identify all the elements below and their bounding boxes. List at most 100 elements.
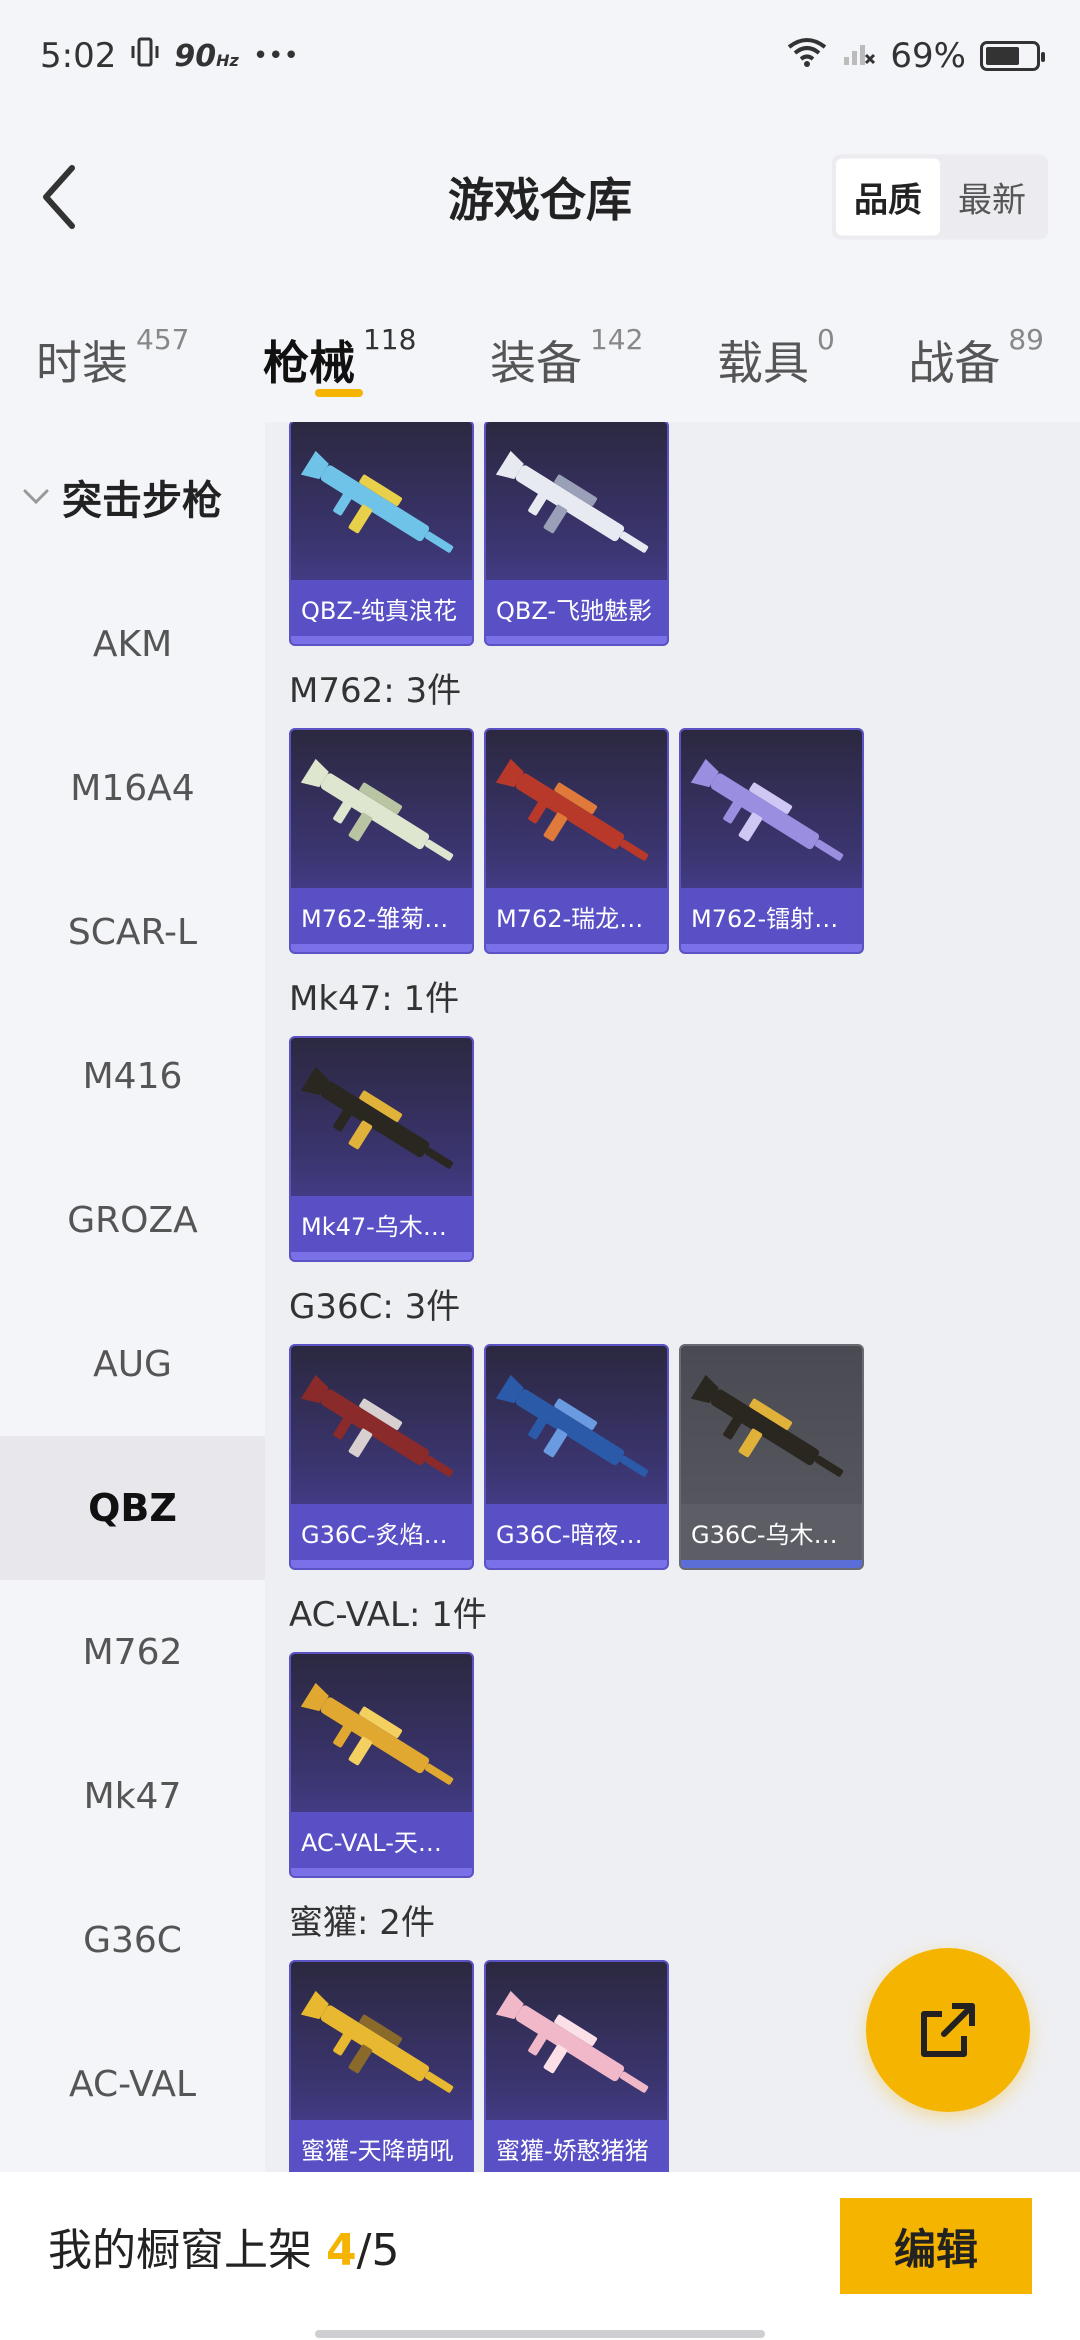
sidebar-item-groza[interactable]: GROZA — [0, 1148, 265, 1292]
skin-row: M762-雏菊兔... M762-瑞龙福... M762-镭射皇... — [265, 728, 1080, 954]
vibrate-icon — [130, 36, 160, 77]
header: 游戏仓库 品质 最新 — [0, 112, 1080, 282]
skin-card[interactable]: G36C-炙焰牛... — [289, 1344, 474, 1570]
tab-vehicles[interactable]: 载具 0 — [717, 307, 835, 397]
skin-name: G36C-暗夜玫... — [496, 1520, 657, 1549]
edit-button[interactable]: 编辑 — [840, 2198, 1032, 2294]
category-tabs: 时装 457 枪械 118 装备 142 载具 0 战备 89 — [0, 282, 1080, 422]
gun-skin-image — [486, 438, 667, 588]
skin-card[interactable]: M762-雏菊兔... — [289, 728, 474, 954]
sidebar-item-qbz[interactable]: QBZ — [0, 1436, 265, 1580]
sort-newest-option[interactable]: 最新 — [940, 159, 1044, 236]
skin-name: QBZ-纯真浪花 — [301, 596, 458, 625]
card-accent-strip — [486, 1560, 667, 1568]
gun-skin-image — [291, 438, 472, 588]
sort-toggle[interactable]: 品质 最新 — [832, 154, 1048, 240]
card-accent-strip — [291, 944, 472, 952]
skin-name-bar: G36C-乌木金... — [681, 1504, 862, 1560]
skin-card[interactable]: G36C-暗夜玫... — [484, 1344, 669, 1570]
card-accent-strip — [291, 1560, 472, 1568]
skin-name: AC-VAL-天降... — [301, 1828, 462, 1857]
status-bar: 5:02 90Hz ••• 69% — [0, 0, 1080, 112]
chevron-down-icon — [22, 482, 52, 512]
sidebar-item-ac-val[interactable]: AC-VAL — [0, 2012, 265, 2156]
section-header: G36C: 3件 — [289, 1286, 461, 1327]
skin-name-bar: 蜜獾-天降萌吼 — [291, 2120, 472, 2172]
skin-card[interactable]: M762-瑞龙福... — [484, 728, 669, 954]
skin-card[interactable]: 蜜獾-娇憨猪猪 — [484, 1960, 669, 2172]
sidebar-item-aug[interactable]: AUG — [0, 1292, 265, 1436]
sidebar-item-m416[interactable]: M416 — [0, 1004, 265, 1148]
share-external-icon — [921, 2003, 975, 2057]
skin-name: Mk47-乌木金... — [301, 1212, 462, 1241]
share-fab[interactable] — [866, 1948, 1030, 2112]
card-accent-strip — [681, 1560, 862, 1568]
gun-skin-image — [486, 746, 667, 896]
skin-row: Mk47-乌木金... — [265, 1036, 1080, 1262]
skin-name-bar: Mk47-乌木金... — [291, 1196, 472, 1252]
gun-skin-image — [681, 746, 862, 896]
skin-name-bar: 蜜獾-娇憨猪猪 — [486, 2120, 667, 2172]
shelf-status: 我的橱窗上架 4 / 5 — [48, 2225, 400, 2276]
skin-grid: QBZ-纯真浪花 QBZ-飞驰魅影 M762: 3件 M762-雏菊兔... M762-… — [265, 422, 1080, 2172]
tab-guns[interactable]: 枪械 118 — [263, 307, 416, 397]
refresh-rate: 90Hz — [174, 38, 239, 74]
gun-skin-image — [291, 1670, 472, 1820]
sort-quality-option[interactable]: 品质 — [836, 158, 940, 236]
skin-name: M762-瑞龙福... — [496, 904, 657, 933]
skin-card[interactable]: QBZ-飞驰魅影 — [484, 422, 669, 646]
skin-name-bar: QBZ-纯真浪花 — [291, 580, 472, 636]
tab-supplies[interactable]: 战备 89 — [908, 307, 1044, 397]
shelf-total-count: 5 — [371, 2225, 400, 2276]
skin-name-bar: QBZ-飞驰魅影 — [486, 580, 667, 636]
skin-card[interactable]: AC-VAL-天降... — [289, 1652, 474, 1878]
tab-equipment[interactable]: 装备 142 — [490, 307, 643, 397]
tab-fashion[interactable]: 时装 457 — [36, 307, 189, 397]
section-header: AC-VAL: 1件 — [289, 1594, 487, 1635]
chevron-left-icon — [43, 165, 75, 229]
skin-name-bar: M762-镭射皇... — [681, 888, 862, 944]
skin-row: AC-VAL-天降... — [265, 1652, 1080, 1878]
sidebar-item-m16a4[interactable]: M16A4 — [0, 716, 265, 860]
sidebar-item-scar-l[interactable]: SCAR-L — [0, 860, 265, 1004]
skin-card[interactable]: M762-镭射皇... — [679, 728, 864, 954]
battery-icon — [980, 41, 1045, 71]
status-right: 69% — [786, 36, 1045, 77]
skin-name: M762-镭射皇... — [691, 904, 852, 933]
back-button[interactable] — [28, 152, 88, 242]
skin-name-bar: M762-雏菊兔... — [291, 888, 472, 944]
skin-name: M762-雏菊兔... — [301, 904, 462, 933]
skin-card[interactable]: Mk47-乌木金... — [289, 1036, 474, 1262]
sidebar-item-akm[interactable]: AKM — [0, 572, 265, 716]
skin-name: QBZ-飞驰魅影 — [496, 596, 653, 625]
skin-name-bar: G36C-炙焰牛... — [291, 1504, 472, 1560]
gun-skin-image — [486, 1978, 667, 2128]
active-tab-indicator — [314, 389, 363, 397]
page-title: 游戏仓库 — [448, 173, 632, 227]
card-accent-strip — [681, 944, 862, 952]
sidebar-list: AKM M16A4 SCAR-L M416 GROZA AUG QBZ M762 Mk47 G36… — [0, 572, 265, 2156]
sidebar-item-g36c[interactable]: G36C — [0, 1868, 265, 2012]
skin-card[interactable]: 蜜獾-天降萌吼 — [289, 1960, 474, 2172]
clock: 5:02 — [40, 36, 117, 76]
skin-name-bar: M762-瑞龙福... — [486, 888, 667, 944]
skin-name: G36C-乌木金... — [691, 1520, 852, 1549]
skin-row: QBZ-纯真浪花 QBZ-飞驰魅影 — [265, 422, 1080, 646]
signal-icon — [842, 36, 876, 76]
bottom-bar: 我的橱窗上架 4 / 5 编辑 — [0, 2172, 1080, 2340]
battery-percent: 69% — [890, 36, 966, 76]
sidebar-group-assault-rifles[interactable]: 突击步枪 — [0, 422, 265, 572]
skin-name: G36C-炙焰牛... — [301, 1520, 462, 1549]
sidebar-item-mk47[interactable]: Mk47 — [0, 1724, 265, 1868]
skin-card[interactable]: QBZ-纯真浪花 — [289, 422, 474, 646]
skin-name: 蜜獾-娇憨猪猪 — [496, 2136, 649, 2165]
weapon-sidebar: 突击步枪 AKM M16A4 SCAR-L M416 GROZA AUG QBZ M762 Mk… — [0, 422, 265, 2172]
home-indicator[interactable] — [315, 2330, 765, 2338]
skin-name: 蜜獾-天降萌吼 — [301, 2136, 454, 2165]
skin-name-bar: G36C-暗夜玫... — [486, 1504, 667, 1560]
sidebar-item-m762[interactable]: M762 — [0, 1580, 265, 1724]
gun-skin-image — [291, 1362, 472, 1512]
card-accent-strip — [291, 636, 472, 644]
card-accent-strip — [291, 1868, 472, 1876]
skin-card[interactable]: G36C-乌木金... — [679, 1344, 864, 1570]
